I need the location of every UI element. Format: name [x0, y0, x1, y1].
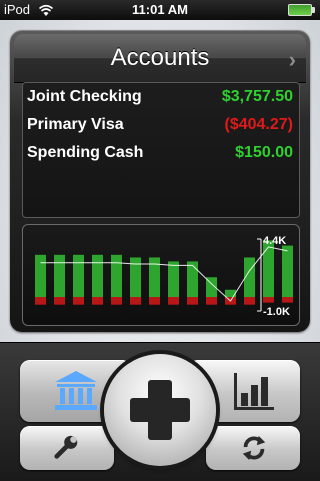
positive-bar: [111, 254, 122, 297]
negative-bar: [92, 297, 103, 305]
negative-bar: [35, 297, 46, 305]
negative-bar: [168, 297, 179, 305]
positive-bar: [73, 254, 84, 297]
page-title: Accounts: [110, 44, 210, 71]
positive-bar: [263, 240, 274, 297]
positive-bar: [54, 254, 65, 297]
bar-chart-icon: [234, 373, 274, 410]
account-name: Primary Visa: [27, 116, 124, 133]
accounts-list: Joint Checking $3,757.50 Primary Visa ($…: [22, 82, 300, 218]
chevron-right-icon[interactable]: ›: [289, 47, 296, 73]
account-balance: ($404.27): [224, 116, 294, 133]
settings-button[interactable]: [20, 426, 114, 470]
sync-button[interactable]: [206, 426, 300, 470]
positive-bar: [168, 261, 179, 297]
battery-icon: [288, 4, 315, 16]
positive-bar: [225, 289, 236, 297]
negative-bar: [149, 297, 160, 305]
negative-bar: [263, 297, 274, 303]
negative-bar: [206, 297, 217, 305]
clock: 11:01 AM: [132, 2, 188, 17]
negative-bar: [54, 297, 65, 305]
negative-bar: [187, 297, 198, 305]
account-row-joint-checking[interactable]: Joint Checking $3,757.50: [27, 88, 293, 110]
negative-bar: [111, 297, 122, 305]
positive-bar: [282, 245, 293, 297]
positive-bar: [149, 257, 160, 297]
y-max-label: 4.4K: [263, 235, 286, 247]
refresh-icon: [242, 435, 266, 461]
y-min-label: -1.0K: [263, 306, 290, 318]
accounts-header[interactable]: Accounts ›: [14, 34, 306, 83]
balance-chart[interactable]: 4.4K -1.0K: [22, 224, 300, 326]
wrench-icon: [54, 435, 78, 459]
account-name: Spending Cash: [27, 144, 144, 161]
negative-bar: [282, 297, 293, 303]
account-balance: $150.00: [235, 144, 293, 161]
status-bar: iPod 11:01 AM: [0, 0, 320, 20]
negative-bar: [244, 297, 255, 305]
negative-bar: [130, 297, 141, 305]
positive-bar: [187, 261, 198, 297]
account-row-spending-cash[interactable]: Spending Cash $150.00: [27, 144, 293, 166]
plus-icon: [130, 380, 190, 440]
account-balance: $3,757.50: [221, 88, 293, 105]
account-name: Joint Checking: [27, 88, 142, 105]
balance-chart-svg: 4.4K -1.0K: [35, 235, 293, 318]
negative-bar: [73, 297, 84, 305]
add-transaction-button[interactable]: [104, 354, 216, 466]
bank-icon: [55, 371, 97, 410]
positive-bar: [92, 254, 103, 297]
positive-bar: [35, 254, 46, 297]
account-row-primary-visa[interactable]: Primary Visa ($404.27): [27, 116, 293, 138]
